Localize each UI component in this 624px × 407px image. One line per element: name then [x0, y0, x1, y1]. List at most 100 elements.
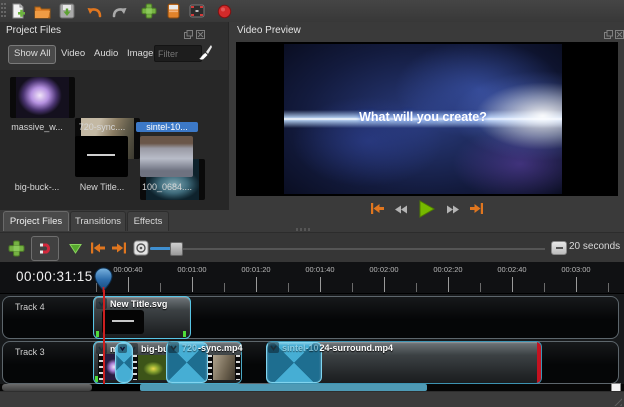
file-label[interactable]: massive_w... [6, 122, 68, 132]
undo-icon[interactable] [84, 2, 104, 20]
scrollbar-thumb[interactable] [140, 384, 427, 391]
playback-controls [229, 200, 624, 222]
thumbnail-image [140, 136, 193, 177]
ruler-mark: 00:02:20 [418, 265, 478, 274]
file-label[interactable]: big-buck-... [6, 182, 68, 192]
jump-start-icon[interactable] [370, 202, 385, 220]
filter-show-all-button[interactable]: Show All [8, 45, 56, 64]
clip-sintel-head: sintel-1024-surround.mp4 [268, 342, 393, 353]
next-marker-icon[interactable] [109, 238, 129, 258]
project-files-panel-title: Project Files [6, 25, 61, 36]
save-project-icon[interactable] [57, 2, 77, 20]
clip-menu-chevron-icon[interactable] [168, 342, 179, 353]
ruler-mark: 00:02:00 [354, 265, 414, 274]
preview-screen: What will you create? [236, 42, 618, 196]
ruler-mark: 00:01:40 [290, 265, 350, 274]
openshot-window: Project Files Show All Video Audio Image [0, 0, 624, 407]
add-track-icon[interactable] [6, 238, 26, 258]
panel-splitter-handle[interactable] [296, 228, 310, 231]
panel-close-icon[interactable] [615, 26, 624, 35]
clip-title-start: 720 [182, 343, 197, 353]
clip-new-title[interactable]: New Title.svg [93, 296, 191, 339]
playhead-line [103, 290, 105, 386]
file-label[interactable]: New Title... [71, 182, 133, 192]
tab-effects[interactable]: Effects [127, 211, 169, 231]
clip-menu-chevron-icon[interactable] [96, 298, 107, 309]
transition-small[interactable] [115, 342, 133, 383]
toolbar-drag-handle[interactable] [1, 3, 6, 19]
clip-title-end: 24-surround.mp4 [320, 343, 394, 353]
clip-thumbnail [207, 355, 241, 380]
filter-image-button[interactable]: Image [122, 45, 158, 62]
preview-overlay-text: What will you create? [284, 110, 562, 124]
filter-audio-button[interactable]: Audio [89, 45, 123, 62]
tab-transitions[interactable]: Transitions [70, 211, 126, 231]
previous-marker-icon[interactable] [88, 238, 108, 258]
new-project-icon[interactable] [8, 2, 28, 20]
ruler-major-ticks [128, 277, 624, 292]
export-video-icon[interactable] [214, 2, 234, 20]
clip-menu-chevron-icon[interactable] [96, 343, 107, 354]
track-name: Track 4 [15, 302, 45, 312]
file-thumbnail-new-title[interactable] [75, 136, 128, 177]
add-marker-icon[interactable] [65, 238, 85, 258]
zoom-scale-label: 20 seconds [569, 241, 620, 252]
ruler-mark: 00:01:00 [162, 265, 222, 274]
zoom-fit-icon[interactable] [551, 241, 567, 255]
preview-video-frame: What will you create? [284, 44, 562, 194]
project-files-panel: Project Files Show All Video Audio Image [0, 22, 229, 210]
fast-forward-icon[interactable] [445, 202, 460, 220]
import-files-icon[interactable] [139, 2, 159, 20]
thumbnail-title-text [87, 154, 115, 156]
clip-resize-mark [95, 376, 98, 382]
filter-input[interactable] [154, 45, 202, 62]
timeline-scrollbar[interactable] [0, 384, 624, 391]
ruler-mark: 00:03:00 [546, 265, 606, 274]
clip-title-end: -sync.mp4 [198, 343, 243, 353]
project-files-filter-row: Show All Video Audio Image [0, 42, 228, 68]
center-playhead-icon[interactable] [131, 238, 151, 258]
video-preview-panel-title: Video Preview [237, 25, 301, 36]
clip-menu-chevron-icon[interactable] [268, 342, 279, 353]
clear-filter-brush-icon[interactable] [198, 44, 213, 66]
clip-red-edge [537, 342, 541, 383]
track-name: Track 3 [15, 347, 45, 357]
choose-profile-icon[interactable] [163, 2, 183, 20]
zoom-slider-track[interactable] [150, 248, 545, 250]
ruler-mark: 00:02:40 [482, 265, 542, 274]
scrollbar-left-segment [2, 384, 92, 391]
ruler-mark: 00:01:20 [226, 265, 286, 274]
tab-project-files[interactable]: Project Files [3, 211, 69, 231]
panel-close-icon[interactable] [196, 26, 205, 35]
scrollbar-gap [92, 384, 140, 391]
snapping-toggle-button[interactable] [31, 236, 59, 261]
redo-icon[interactable] [110, 2, 130, 20]
clip-title-start: sintel-10 [282, 343, 319, 353]
zoom-slider-handle[interactable] [170, 242, 183, 256]
main-toolbar [0, 0, 624, 23]
timeline-toolbar: 20 seconds [0, 232, 624, 263]
fullscreen-icon[interactable] [187, 2, 207, 20]
jump-end-icon[interactable] [469, 202, 484, 220]
thumbnail-image [16, 77, 69, 118]
clip-720-head: 720-sync.mp4 [168, 342, 243, 353]
status-bar [0, 391, 624, 407]
clip-resize-mark [183, 331, 186, 337]
transition-menu-chevron-icon[interactable] [118, 344, 127, 353]
file-label[interactable]: 100_0684.... [136, 182, 198, 192]
file-label[interactable]: 720-sync.... [71, 122, 133, 132]
file-thumbnail-massive[interactable] [10, 77, 75, 118]
window-resize-grip[interactable] [611, 395, 622, 406]
rewind-icon[interactable] [394, 202, 409, 220]
file-label-selected[interactable]: sintel-10... [136, 122, 198, 132]
clip-title: New Title.svg [110, 299, 167, 309]
open-project-icon[interactable] [32, 2, 52, 20]
clip-thumbnail [102, 310, 144, 334]
file-thumbnail-100-0684[interactable] [140, 136, 193, 177]
play-icon[interactable] [418, 200, 436, 223]
video-preview-panel: Video Preview What will you create? [229, 22, 624, 232]
panel-float-icon[interactable] [184, 26, 193, 35]
project-files-grid: massive_w... 720-sync.... sintel-10... b… [0, 70, 228, 210]
panel-float-icon[interactable] [604, 26, 613, 35]
filter-video-button[interactable]: Video [56, 45, 90, 62]
